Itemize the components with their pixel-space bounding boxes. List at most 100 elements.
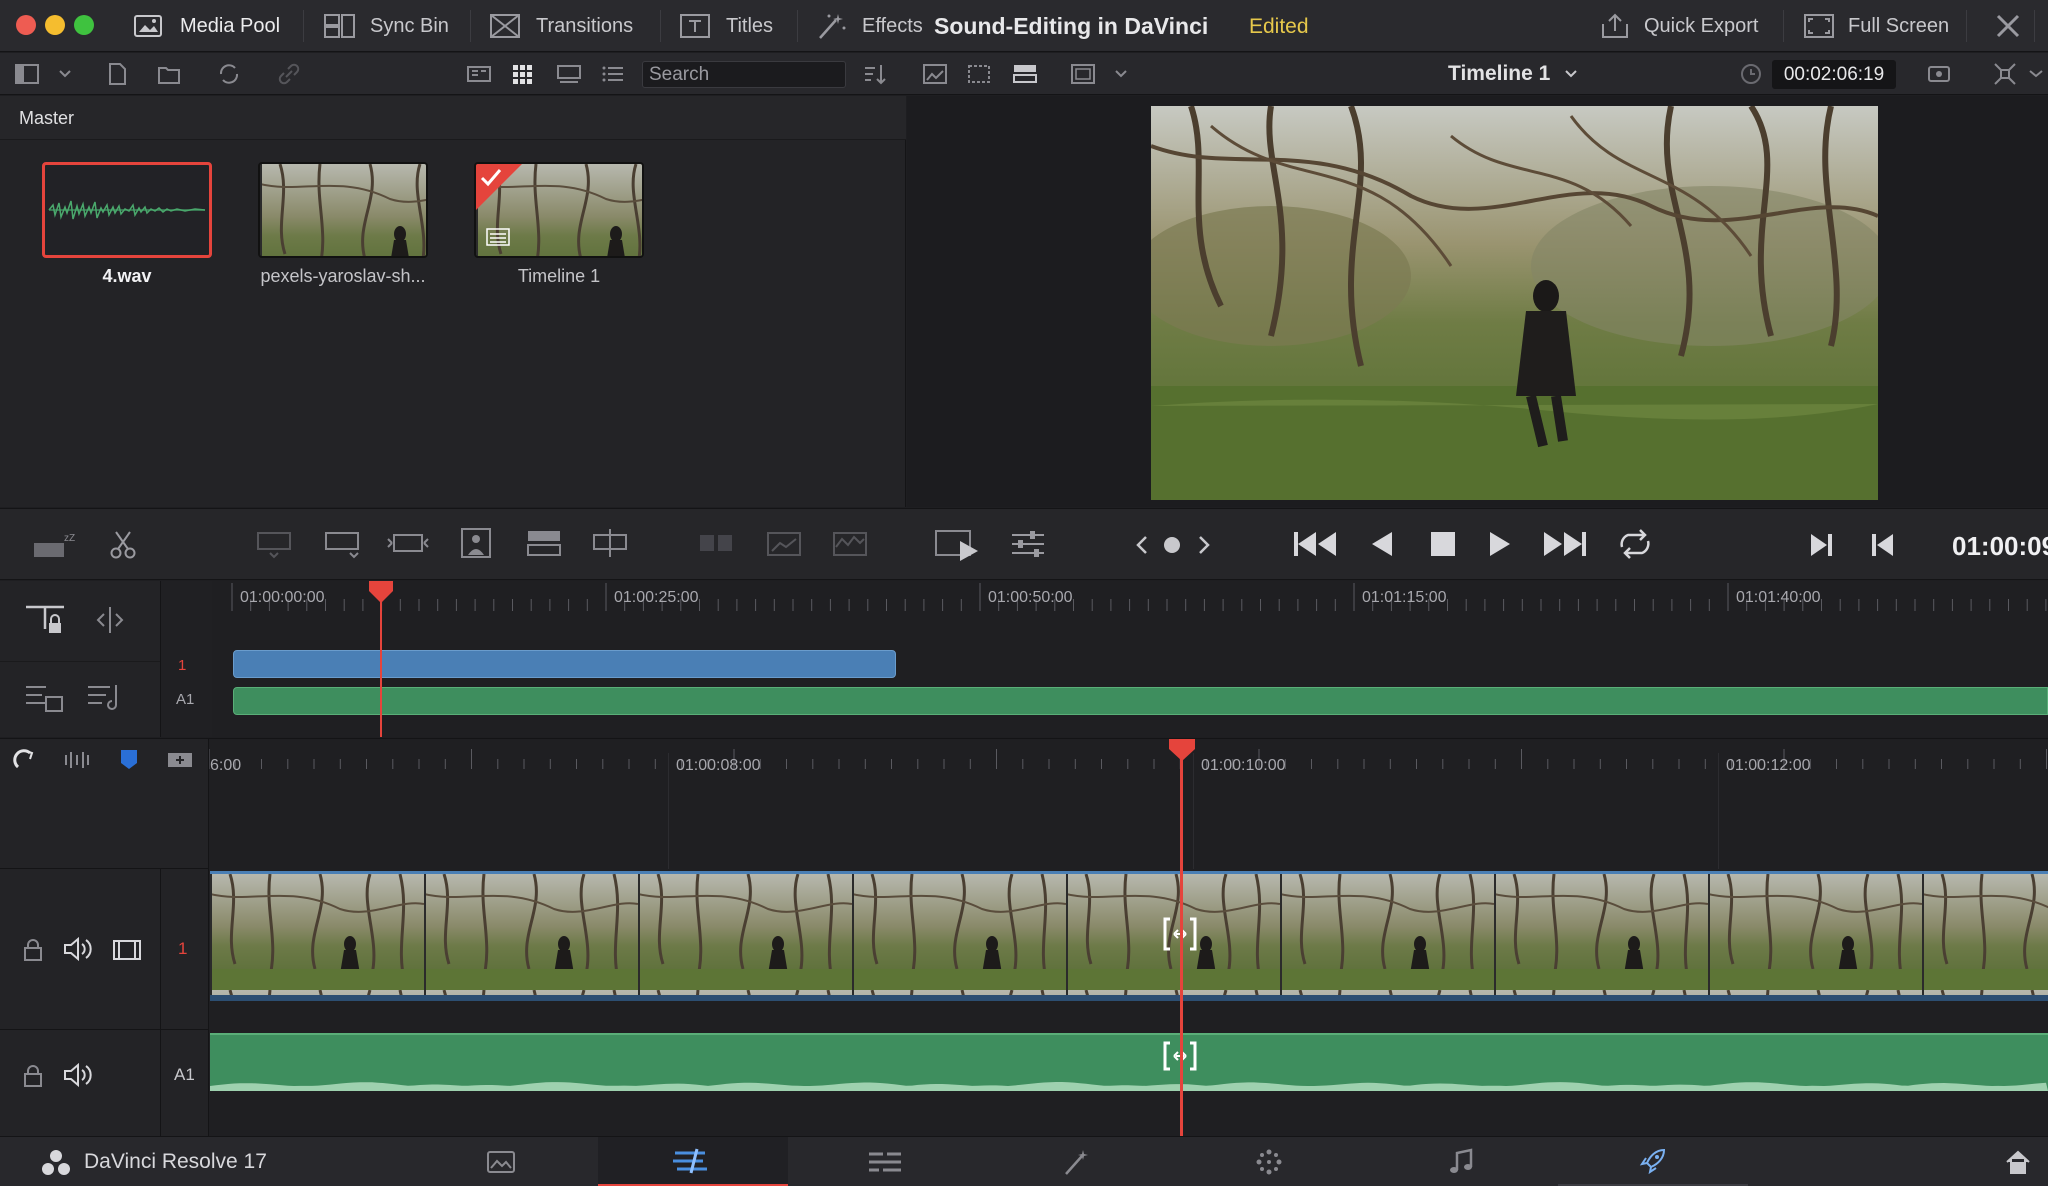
chevron-down-icon[interactable] — [2026, 61, 2048, 87]
play-reverse-icon[interactable] — [1368, 527, 1398, 561]
next-clip-icon[interactable] — [1806, 529, 1836, 561]
clip-thumbnail[interactable]: 4.wav — [42, 162, 212, 287]
settings-sliders-icon[interactable] — [1008, 527, 1048, 561]
chevron-down-icon[interactable] — [1558, 61, 1584, 87]
timeline-selector[interactable]: Timeline 1 — [1448, 62, 1550, 86]
source-overwrite-icon[interactable] — [588, 527, 632, 561]
search-input[interactable]: Search — [642, 61, 846, 88]
skip-to-start-icon[interactable] — [1292, 527, 1340, 561]
panel-layout-icon[interactable] — [14, 61, 40, 87]
flag-icon[interactable] — [118, 747, 140, 773]
playhead-marker-icon[interactable] — [369, 581, 393, 603]
previous-edit-icon[interactable] — [1132, 533, 1152, 557]
ripple-overwrite-icon[interactable] — [386, 527, 430, 561]
cut-page-button[interactable] — [598, 1137, 788, 1186]
audio-track-options-icon[interactable] — [24, 681, 66, 715]
append-icon[interactable] — [320, 527, 364, 561]
marker-dot-icon[interactable] — [1162, 535, 1182, 555]
media-page-button[interactable] — [406, 1137, 596, 1186]
media-pool-button[interactable]: Media Pool — [134, 0, 280, 52]
chevron-down-icon[interactable] — [52, 61, 78, 87]
snapping-icon[interactable] — [12, 747, 38, 773]
split-clip-icon[interactable] — [694, 527, 738, 561]
bin-name[interactable]: Master — [19, 108, 74, 129]
playhead-marker-icon[interactable] — [1169, 739, 1195, 761]
thumbnail-view-icon[interactable] — [510, 61, 536, 87]
lock-icon[interactable] — [20, 1063, 46, 1089]
snooze-icon[interactable]: zZ — [32, 529, 78, 561]
metadata-view-icon[interactable] — [466, 61, 492, 87]
fusion-page-button[interactable] — [982, 1137, 1172, 1186]
audio-edit-icon[interactable] — [86, 681, 128, 715]
deliver-page-button[interactable] — [1558, 1137, 1748, 1186]
timeline-lock-icon[interactable] — [24, 603, 66, 637]
track-number-v1: 1 — [178, 939, 188, 958]
clip-thumbnail[interactable]: Timeline 1 — [474, 162, 644, 287]
trim-icon[interactable] — [92, 605, 128, 635]
speaker-icon[interactable] — [62, 1061, 94, 1089]
edit-page-button[interactable] — [790, 1137, 980, 1186]
link-icon[interactable] — [276, 61, 302, 87]
sort-icon[interactable] — [862, 61, 888, 87]
ruler-label: 01:00:10:00 — [1201, 757, 1286, 774]
timeline-clip-thumb[interactable] — [474, 162, 644, 258]
smart-insert-icon[interactable] — [252, 527, 296, 561]
divider — [660, 10, 661, 42]
close-up-icon[interactable] — [454, 525, 498, 561]
lower-playhead[interactable] — [1180, 739, 1183, 1137]
transform-icon[interactable] — [1992, 61, 2018, 87]
close-window-button[interactable] — [16, 15, 36, 35]
quick-export-button[interactable]: Quick Export — [1600, 0, 1758, 52]
video-clip-bar[interactable] — [233, 650, 896, 678]
viewer-image[interactable] — [1151, 106, 1878, 500]
chevron-down-icon[interactable] — [1108, 61, 1134, 87]
audio-track-clip[interactable] — [210, 1033, 2048, 1091]
upper-playhead[interactable] — [380, 581, 382, 737]
viewer-options-icon[interactable] — [1926, 61, 1952, 87]
lock-icon[interactable] — [20, 937, 46, 963]
minimize-window-button[interactable] — [45, 15, 65, 35]
sync-bin-button[interactable]: Sync Bin — [324, 0, 449, 52]
fairlight-page-button[interactable] — [1366, 1137, 1556, 1186]
gridline — [1193, 753, 1194, 869]
add-marker-icon[interactable] — [166, 749, 194, 771]
color-page-button[interactable] — [1174, 1137, 1364, 1186]
home-icon[interactable] — [2004, 1149, 2032, 1175]
loop-icon[interactable] — [1614, 527, 1656, 561]
tools-icon[interactable] — [1994, 12, 2022, 40]
video-track-clip[interactable] — [210, 871, 2048, 995]
play-icon[interactable] — [1484, 527, 1514, 561]
next-edit-icon[interactable] — [1194, 533, 1214, 557]
audio-meter-icon[interactable] — [828, 527, 872, 561]
speaker-icon[interactable] — [62, 935, 94, 963]
scissors-icon[interactable] — [108, 529, 138, 561]
full-screen-button[interactable]: Full Screen — [1804, 0, 1949, 52]
safe-area-icon[interactable] — [1070, 61, 1096, 87]
list-view-icon[interactable] — [600, 61, 626, 87]
source-viewer-icon[interactable] — [966, 61, 992, 87]
filmstrip-icon[interactable] — [112, 937, 142, 963]
audio-clip-bar[interactable] — [233, 687, 2048, 715]
audio-clip-thumb[interactable] — [42, 162, 212, 258]
transitions-button[interactable]: Transitions — [490, 0, 633, 52]
viewer-mode-icon[interactable] — [934, 525, 980, 563]
video-clip-thumb[interactable] — [258, 162, 428, 258]
place-on-top-icon[interactable] — [522, 527, 566, 561]
previous-clip-icon[interactable] — [1868, 529, 1898, 561]
new-bin-icon[interactable] — [156, 61, 182, 87]
clip-thumbnail[interactable]: pexels-yaroslav-sh... — [258, 162, 428, 287]
effects-button[interactable]: Effects — [816, 0, 923, 52]
freeze-frame-icon[interactable] — [762, 527, 806, 561]
stop-icon[interactable] — [1428, 527, 1458, 561]
zoom-window-button[interactable] — [74, 15, 94, 35]
filmstrip-view-icon[interactable] — [556, 61, 582, 87]
image-viewer-icon[interactable] — [922, 61, 948, 87]
titles-button[interactable]: Titles — [680, 0, 773, 52]
sync-bin-icon — [324, 13, 356, 39]
skip-to-end-icon[interactable] — [1540, 527, 1588, 561]
timeline-viewer-icon[interactable] — [1012, 61, 1038, 87]
import-media-icon[interactable] — [104, 61, 130, 87]
checkmark-icon — [476, 164, 522, 210]
sync-icon[interactable] — [216, 61, 242, 87]
audio-scrub-icon[interactable] — [62, 747, 92, 773]
